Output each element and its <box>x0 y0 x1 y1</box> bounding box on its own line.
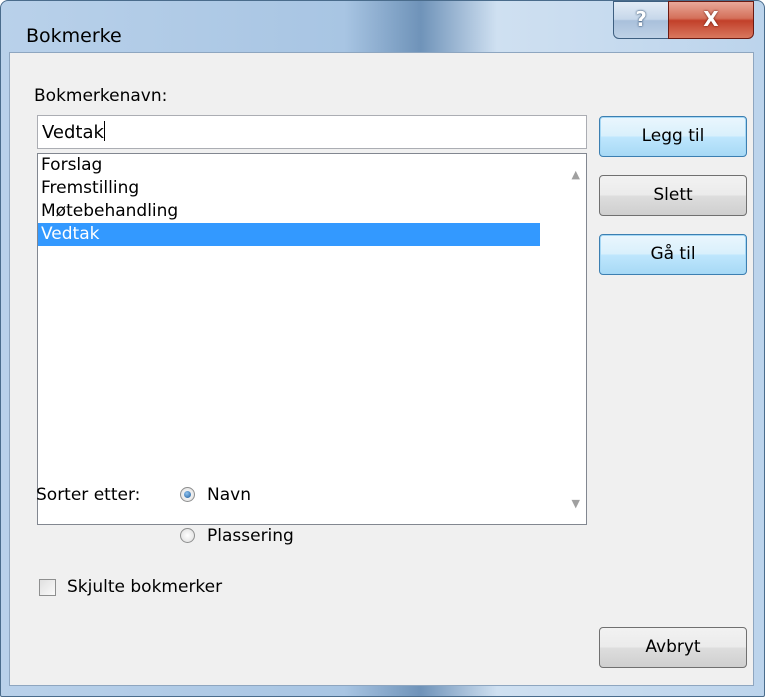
cancel-button[interactable]: Avbryt <box>599 627 747 668</box>
bookmark-list-items: Forslag Fremstilling Møtebehandling Vedtak <box>38 154 586 246</box>
bookmark-list-item[interactable]: Fremstilling <box>38 177 540 200</box>
goto-button[interactable]: Gå til <box>599 234 747 275</box>
sort-by-label: Sorter etter: <box>36 485 141 505</box>
hidden-bookmarks-label[interactable]: Skjulte bokmerker <box>67 577 222 597</box>
sort-location-radio[interactable] <box>180 528 195 543</box>
hidden-bookmarks-checkbox[interactable] <box>39 579 56 596</box>
bookmark-list-item[interactable]: Forslag <box>38 154 540 177</box>
dialog-title: Bokmerke <box>26 25 122 47</box>
help-button[interactable]: ? <box>613 1 669 39</box>
sort-name-label[interactable]: Navn <box>207 485 251 505</box>
sort-location-label[interactable]: Plassering <box>207 526 294 546</box>
delete-button[interactable]: Slett <box>599 175 747 216</box>
bookmark-list[interactable]: Forslag Fremstilling Møtebehandling Vedtak … <box>37 153 587 525</box>
sort-name-radio[interactable] <box>180 487 195 502</box>
title-bar[interactable]: Bokmerke ? X <box>1 1 764 53</box>
bookmark-name-label: Bokmerkenavn: <box>34 86 168 106</box>
bookmark-name-value: Vedtak <box>42 122 104 143</box>
close-button[interactable]: X <box>668 1 754 39</box>
bookmark-list-item[interactable]: Møtebehandling <box>38 200 540 223</box>
close-icon: X <box>703 7 719 31</box>
dialog-body: Bokmerkenavn: Vedtak Forslag Fremstilling… <box>9 52 754 686</box>
text-caret <box>103 121 105 141</box>
bookmark-list-item[interactable]: Vedtak <box>38 223 540 246</box>
bookmark-name-input[interactable]: Vedtak <box>37 115 587 149</box>
scroll-up-arrow-icon[interactable]: ▲ <box>572 168 580 181</box>
add-button[interactable]: Legg til <box>599 116 747 157</box>
scroll-down-arrow-icon[interactable]: ▼ <box>572 497 580 510</box>
help-icon: ? <box>635 7 647 31</box>
